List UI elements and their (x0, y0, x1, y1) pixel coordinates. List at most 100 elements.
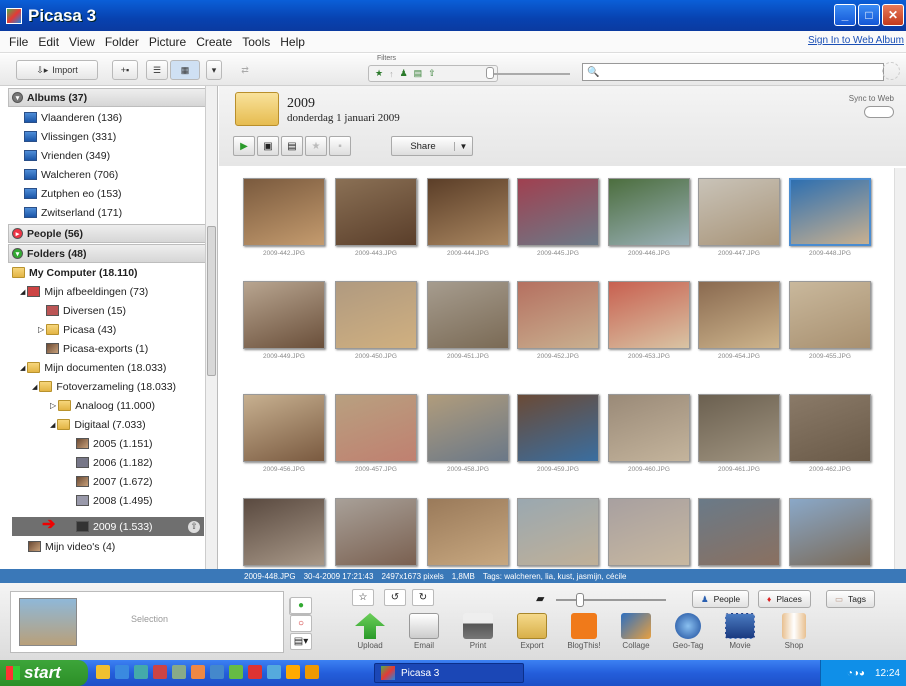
people-filter-icon[interactable]: ♟ (400, 68, 408, 79)
tree-item-2008[interactable]: 2008 (1.495) (76, 491, 153, 510)
people-button[interactable]: ♟ People (692, 590, 750, 608)
menu-help[interactable]: Help (275, 35, 310, 49)
album-item[interactable]: Vlissingen (331) (24, 127, 116, 146)
photo-thumbnail[interactable] (243, 394, 325, 462)
photo-thumbnail[interactable] (427, 498, 509, 566)
save-button[interactable]: ▪ (329, 136, 351, 156)
menu-tools[interactable]: Tools (237, 35, 275, 49)
photo-thumbnail[interactable] (698, 178, 780, 246)
close-button[interactable]: ✕ (882, 4, 904, 26)
expand-arrow-icon[interactable]: ▷ (38, 325, 44, 334)
star-button[interactable]: ★ (305, 136, 327, 156)
menu-edit[interactable]: Edit (33, 35, 64, 49)
album-item[interactable]: Zwitserland (171) (24, 203, 122, 222)
rotate-right-button[interactable]: ↻ (412, 589, 434, 606)
blogthis-button[interactable]: BlogThis! (560, 613, 608, 650)
sign-in-link[interactable]: Sign In to Web Album (808, 35, 904, 46)
print-button[interactable]: Print (454, 613, 502, 650)
sync-button[interactable]: ⇄ (234, 60, 256, 80)
tree-item-mijn-documenten[interactable]: ◢ Mijn documenten (18.033) (20, 358, 166, 377)
tree-item-2006[interactable]: 2006 (1.182) (76, 453, 153, 472)
tree-item-diversen[interactable]: Diversen (15) (46, 301, 126, 320)
album-item[interactable]: Walcheren (706) (24, 165, 118, 184)
date-slider-knob[interactable] (486, 67, 494, 79)
menu-picture[interactable]: Picture (144, 35, 191, 49)
photo-thumbnail[interactable] (789, 178, 871, 246)
quicklaunch-icon[interactable] (286, 665, 300, 679)
geotag-filter-icon[interactable]: ⇧ (428, 68, 436, 79)
collapse-icon[interactable]: ▾ (12, 92, 23, 103)
photo-thumbnail[interactable] (789, 394, 871, 462)
quicklaunch-icon[interactable] (229, 665, 243, 679)
thumbnail-size-slider[interactable] (556, 599, 666, 601)
quicklaunch-icon[interactable] (210, 665, 224, 679)
tree-item-videos[interactable]: Mijn video's (4) (28, 537, 115, 556)
sync-toggle[interactable] (864, 106, 894, 118)
photo-thumbnail[interactable] (789, 281, 871, 349)
hold-selection-button[interactable]: ● (290, 597, 312, 614)
quicklaunch-icon[interactable] (267, 665, 281, 679)
tree-item-fotoverzameling[interactable]: ◢ Fotoverzameling (18.033) (32, 377, 176, 396)
quicklaunch-icon[interactable] (153, 665, 167, 679)
photo-thumbnail[interactable] (698, 394, 780, 462)
minimize-button[interactable]: _ (834, 4, 856, 26)
photo-thumbnail[interactable] (335, 281, 417, 349)
photo-thumbnail[interactable] (608, 498, 690, 566)
thumbnail-size-knob[interactable] (576, 593, 584, 607)
video-filter-icon[interactable]: ▤ (414, 68, 423, 79)
menu-create[interactable]: Create (191, 35, 237, 49)
maximize-button[interactable]: □ (858, 4, 880, 26)
star-tray-button[interactable]: ☆ (352, 589, 374, 606)
photo-thumbnail[interactable] (789, 498, 871, 566)
quicklaunch-icon[interactable] (134, 665, 148, 679)
sidebar-scrollbar[interactable] (205, 86, 217, 569)
photo-thumbnail[interactable] (427, 178, 509, 246)
places-button[interactable]: ♦ Places (758, 590, 811, 608)
upload-icon[interactable]: ⇧ (188, 520, 200, 533)
photo-thumbnail[interactable] (698, 498, 780, 566)
share-button[interactable]: Share ▼ (391, 136, 473, 156)
geotag-button[interactable]: Geo-Tag (664, 613, 712, 650)
photo-thumbnail[interactable] (243, 498, 325, 566)
start-button[interactable]: start (0, 660, 88, 686)
properties-button[interactable]: ▤ (281, 136, 303, 156)
tray-icons[interactable]: ◔◑◕ (847, 668, 865, 679)
album-item[interactable]: Vrienden (349) (24, 146, 110, 165)
photo-thumbnail[interactable] (517, 178, 599, 246)
photo-thumbnail[interactable] (335, 394, 417, 462)
date-slider-track[interactable] (490, 73, 570, 75)
shop-button[interactable]: Shop (770, 613, 818, 650)
photo-thumbnail[interactable] (243, 281, 325, 349)
clear-selection-button[interactable]: ○ (290, 615, 312, 632)
quicklaunch-icon[interactable] (248, 665, 262, 679)
list-view-button[interactable]: ☰ (146, 60, 168, 80)
sidebar-scroll-thumb[interactable] (207, 226, 216, 376)
ie-icon[interactable] (115, 665, 129, 679)
quicklaunch-icon[interactable] (96, 665, 110, 679)
upload-filter-icon[interactable]: ↑ (389, 69, 394, 79)
album-item[interactable]: Zutphen eo (153) (24, 184, 122, 203)
email-button[interactable]: Email (400, 613, 448, 650)
photo-thumbnail[interactable] (427, 394, 509, 462)
photo-thumbnail[interactable] (608, 178, 690, 246)
quicklaunch-icon[interactable] (172, 665, 186, 679)
tags-button[interactable]: ▭ Tags (826, 590, 875, 608)
albums-section-header[interactable]: ▾ Albums (37) (8, 88, 206, 107)
view-dropdown-button[interactable]: ▾ (206, 60, 222, 80)
menu-view[interactable]: View (64, 35, 100, 49)
tree-item-2007[interactable]: 2007 (1.672) (76, 472, 153, 491)
photo-thumbnail[interactable] (243, 178, 325, 246)
photo-thumbnail[interactable] (517, 281, 599, 349)
tree-item-2005[interactable]: 2005 (1.151) (76, 434, 153, 453)
quicklaunch-icon[interactable] (191, 665, 205, 679)
photo-thumbnail[interactable] (698, 281, 780, 349)
add-to-album-tray-button[interactable]: ▤▾ (290, 633, 312, 650)
tree-item-picasa-exports[interactable]: Picasa-exports (1) (46, 339, 148, 358)
expand-arrow-icon[interactable]: ◢ (50, 421, 55, 429)
collapse-icon[interactable]: ▾ (12, 248, 23, 259)
search-input[interactable]: 🔍 (582, 63, 884, 81)
photo-thumbnail[interactable] (517, 394, 599, 462)
tree-item-picasa[interactable]: ▷ Picasa (43) (38, 320, 116, 339)
people-section-header[interactable]: ▸ People (56) (8, 224, 206, 243)
collage-button[interactable]: Collage (612, 613, 660, 650)
